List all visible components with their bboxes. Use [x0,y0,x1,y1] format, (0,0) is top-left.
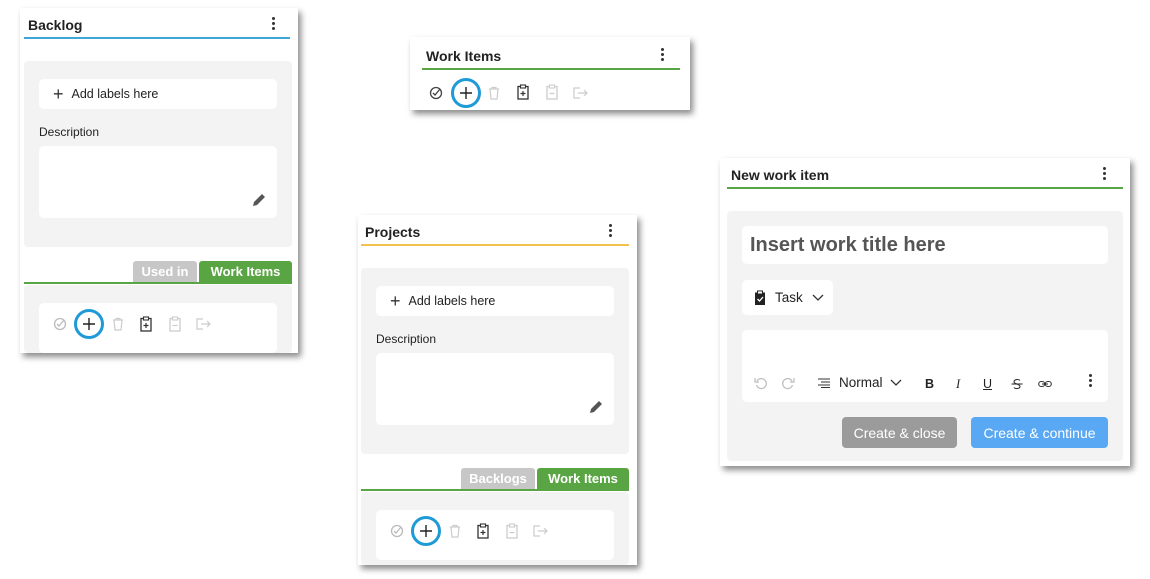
editor-more-icon[interactable] [1085,373,1095,389]
type-select-value: Task [775,290,803,305]
title-placeholder: Insert work title here [750,233,946,256]
clipboard-add-icon[interactable] [514,83,532,101]
header-underline [727,187,1123,189]
text-style-value: Normal [839,375,883,390]
clipboard-add-icon[interactable] [137,315,155,333]
clipboard-remove-icon[interactable] [503,522,521,540]
tab-work-items[interactable]: Work Items [199,261,292,282]
new-work-item-panel: New work item Insert work title here Tas… [720,158,1130,466]
backlog-panel: Backlog + Add labels here Description Us… [20,8,298,353]
tab-used-in[interactable]: Used in [133,261,197,282]
more-menu-icon[interactable] [605,223,615,239]
tab-backlogs[interactable]: Backlogs [461,468,535,489]
add-labels-button[interactable]: + Add labels here [39,79,277,109]
projects-panel: Projects + Add labels here Description B… [358,215,637,565]
work-items-panel: Work Items [410,37,690,110]
header-underline [24,37,290,39]
pencil-icon[interactable] [588,399,604,415]
tab-underline [24,282,292,284]
type-select[interactable]: Task [742,280,833,315]
add-icon[interactable] [457,84,475,102]
trash-icon[interactable] [109,315,127,333]
add-labels-text: Add labels here [408,294,496,308]
more-menu-icon[interactable] [657,47,667,63]
chevron-down-icon [812,294,824,301]
panel-title: Projects [365,224,421,240]
trash-icon[interactable] [446,522,464,540]
description-editor[interactable]: Normal B I U [742,330,1108,402]
pencil-icon[interactable] [251,192,267,208]
toolbar [376,510,614,560]
bold-button[interactable]: B [925,377,934,391]
add-labels-button[interactable]: + Add labels here [376,286,614,316]
add-labels-text: Add labels here [71,87,159,101]
description-label: Description [376,332,437,346]
more-menu-icon[interactable] [268,16,278,32]
plus-icon: + [390,291,401,311]
panel-title: Work Items [426,48,502,64]
strikethrough-icon[interactable] [1008,375,1026,393]
description-label: Description [39,125,100,139]
new-work-item-form: Insert work title here Task Normal B I U [727,211,1123,461]
trash-icon[interactable] [485,84,503,102]
paragraph-icon [818,378,830,388]
check-all-icon[interactable] [427,84,445,102]
chevron-down-icon [890,379,901,386]
move-out-icon[interactable] [194,315,212,333]
description-field[interactable] [39,146,277,218]
move-out-icon[interactable] [531,522,549,540]
toolbar-area [361,492,629,565]
more-menu-icon[interactable] [1099,166,1109,182]
text-style-select[interactable]: Normal [818,375,902,390]
clipboard-remove-icon[interactable] [543,83,561,101]
link-icon[interactable] [1036,375,1054,393]
add-icon[interactable] [80,315,98,333]
create-close-button[interactable]: Create & close [842,417,957,448]
header-underline [422,68,680,70]
create-continue-button[interactable]: Create & continue [971,417,1108,448]
panel-title: Backlog [28,17,83,33]
tab-work-items[interactable]: Work Items [537,468,629,489]
redo-icon[interactable] [779,374,797,392]
undo-icon[interactable] [751,374,769,392]
add-icon[interactable] [417,522,435,540]
labels-description-area: + Add labels here Description [24,61,292,247]
toolbar-area [24,285,292,353]
clipboard-icon [755,290,765,305]
plus-icon: + [53,84,64,104]
labels-description-area: + Add labels here Description [361,268,629,454]
panel-title: New work item [731,167,830,183]
toolbar [39,303,277,353]
tab-underline [361,489,629,491]
italic-button[interactable]: I [956,377,960,392]
check-all-icon[interactable] [388,522,406,540]
header-underline [361,244,629,246]
move-out-icon[interactable] [571,84,589,102]
underline-button[interactable]: U [983,377,992,391]
clipboard-remove-icon[interactable] [166,315,184,333]
clipboard-add-icon[interactable] [474,522,492,540]
title-input[interactable]: Insert work title here [742,226,1108,264]
description-field[interactable] [376,353,614,425]
check-all-icon[interactable] [51,315,69,333]
